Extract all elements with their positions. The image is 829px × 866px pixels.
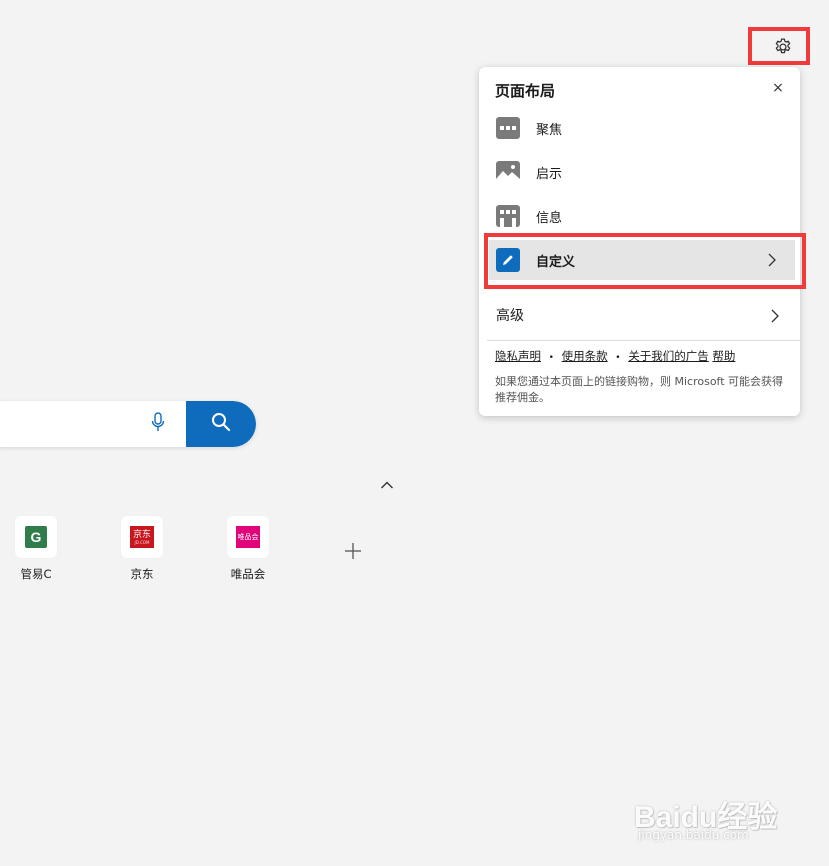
settings-button[interactable] [770,36,796,62]
layout-option-label: 聚焦 [536,122,563,138]
microphone-icon [151,412,165,436]
quick-link-label: 京东 [130,567,154,581]
plus-icon [344,542,362,564]
terms-link[interactable]: 使用条款 [562,349,608,363]
logo-text: 京东 [132,529,151,540]
site-logo: 唯品会 [236,526,260,548]
quick-link-icon: 京东 JD.COM [121,516,163,558]
layout-option-label: 启示 [536,166,563,182]
separator-dot: • [548,353,554,363]
watermark-url: jingyan.baidu.com [638,828,749,842]
layout-option-informational[interactable]: 信息 [489,196,795,236]
quick-link-icon: 唯品会 [227,516,269,558]
gear-icon [773,37,793,61]
site-logo: 京东 JD.COM [130,526,154,548]
footer-links: 隐私声明 • 使用条款 • 关于我们的广告 帮助 [495,348,735,364]
quick-link-icon: G [15,516,57,558]
chevron-up-icon [380,475,394,494]
baidu-watermark: Baidu经验 jingyan.baidu.com [634,776,794,846]
search-input[interactable] [0,401,140,447]
panel-title: 页面布局 [495,82,556,100]
logo-subtext: JD.COM [134,539,150,545]
search-button[interactable] [186,401,256,447]
custom-highlight-box [484,233,806,289]
inspirational-layout-icon [496,160,520,184]
search-icon [211,412,231,436]
advanced-settings-row[interactable]: 高级 [479,298,800,332]
separator-dot: • [615,353,621,363]
quick-link-label: 唯品会 [230,567,266,581]
voice-search-button[interactable] [148,412,168,436]
advanced-label: 高级 [496,308,524,324]
divider [487,340,800,341]
help-link[interactable]: 帮助 [712,349,735,363]
focused-layout-icon [496,116,520,140]
collapse-button[interactable] [378,476,396,492]
about-ads-link[interactable]: 关于我们的广告 [628,349,709,363]
layout-option-inspirational[interactable]: 启示 [489,152,795,192]
privacy-link[interactable]: 隐私声明 [495,349,541,363]
affiliate-notice: 如果您通过本页面上的链接购物，则 Microsoft 可能会获得推荐佣金。 [495,375,784,404]
close-button[interactable]: × [769,79,787,97]
layout-option-label: 信息 [536,210,563,226]
site-logo: G [25,526,47,548]
close-icon: × [772,80,784,96]
layout-option-focused[interactable]: 聚焦 [489,108,795,148]
add-quick-link-button[interactable] [342,542,364,564]
quick-link-tile[interactable]: G 管易C [1,516,71,586]
quick-link-label: 管易C [20,567,52,581]
quick-link-tile[interactable]: 唯品会 唯品会 [213,516,283,586]
quick-link-tile[interactable]: 京东 JD.COM 京东 [107,516,177,586]
informational-layout-icon [496,204,520,228]
chevron-right-icon [770,308,780,328]
search-box [0,401,256,447]
